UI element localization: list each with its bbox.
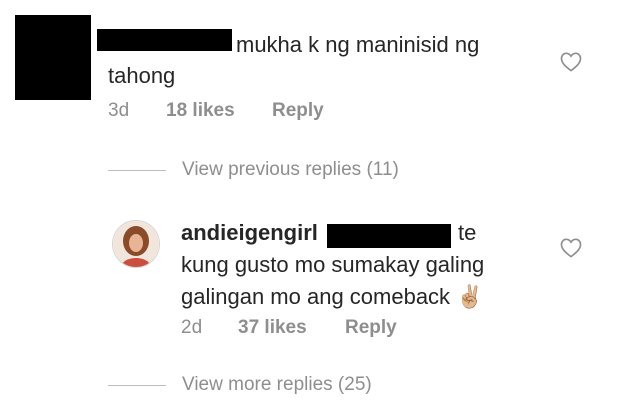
heart-icon[interactable] <box>560 238 582 258</box>
redacted-mention <box>327 224 451 248</box>
avatar[interactable] <box>112 220 160 268</box>
comment-username[interactable]: andieigengirl <box>181 217 318 249</box>
view-more-replies-link[interactable]: View more replies (25) <box>182 374 372 396</box>
comment-text-line3: galingan mo ang comeback ✌🏼 <box>181 284 484 309</box>
comment-timestamp: 3d <box>108 100 130 121</box>
comment-likes[interactable]: 37 likes <box>238 317 307 339</box>
comment-timestamp: 2d <box>181 317 203 338</box>
comment-text-continued: tahong <box>108 63 176 88</box>
reply-button[interactable]: Reply <box>272 100 324 122</box>
redacted-username <box>97 29 232 51</box>
victory-hand-emoji: ✌🏼 <box>456 284 484 309</box>
comment-text-line2: kung gusto mo sumakay galing <box>181 252 485 277</box>
heart-icon[interactable] <box>560 52 582 72</box>
reply-button[interactable]: Reply <box>345 317 397 339</box>
redacted-avatar <box>15 15 91 100</box>
replies-divider <box>108 385 166 386</box>
view-previous-replies-link[interactable]: View previous replies (11) <box>182 159 399 181</box>
comment-likes[interactable]: 18 likes <box>166 100 235 122</box>
comment-text: te <box>458 220 477 245</box>
comment-text: mukha k ng maninisid ng <box>236 32 480 57</box>
replies-divider <box>108 170 166 171</box>
